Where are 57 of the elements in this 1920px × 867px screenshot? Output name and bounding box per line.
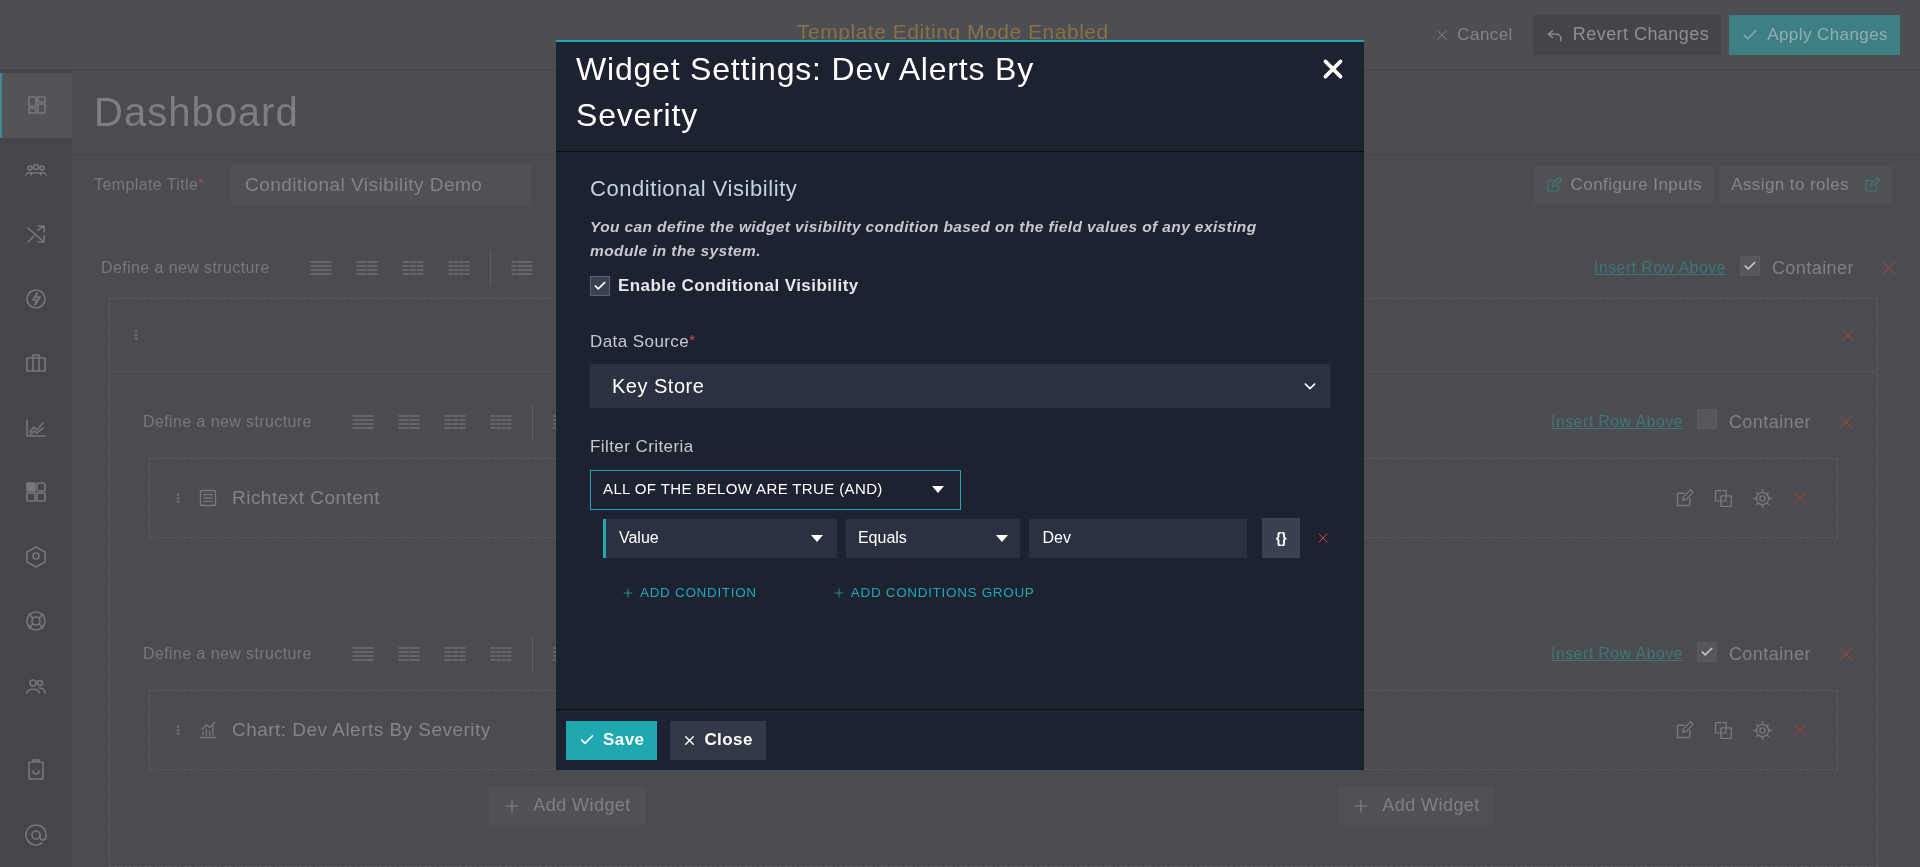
logic-dropdown[interactable]: ALL OF THE BELOW ARE TRUE (AND) xyxy=(590,469,961,510)
close-icon xyxy=(1791,489,1809,507)
close-icon xyxy=(1435,27,1450,42)
squares-icon xyxy=(24,480,48,505)
lightning-icon xyxy=(24,286,48,311)
expression-button[interactable]: {} xyxy=(1262,518,1300,558)
value-field[interactable]: Dev xyxy=(1029,518,1248,558)
close-button[interactable]: Close xyxy=(670,720,766,760)
caret-icon xyxy=(932,486,944,493)
required-mark: * xyxy=(198,174,204,193)
copy-icon xyxy=(1713,719,1734,741)
close-icon xyxy=(1839,326,1857,344)
plus-icon xyxy=(622,586,634,599)
settings-icon xyxy=(1752,719,1773,741)
caret-icon xyxy=(810,534,823,542)
add-link[interactable]: ADD CONDITIONS GROUP xyxy=(832,582,1035,603)
check-icon xyxy=(1699,645,1714,659)
description-text: You can define the widget visibility condition based on the field values of any existing module in the system. xyxy=(590,217,1258,261)
apply-button[interactable]: Apply Changes xyxy=(1729,14,1900,55)
caret-icon xyxy=(996,534,1009,542)
edit-icon xyxy=(1674,487,1695,509)
section-title: Conditional Visibility xyxy=(590,175,799,203)
field-label: Data Source xyxy=(590,330,690,353)
close-icon xyxy=(1837,645,1855,663)
field-label: Filter Criteria xyxy=(590,436,695,458)
edit-icon xyxy=(1863,176,1881,194)
check-icon xyxy=(1742,259,1757,273)
lifebuoy-icon xyxy=(24,609,48,634)
copy-icon xyxy=(1713,487,1734,509)
widget-title: Richtext Content xyxy=(232,485,381,510)
widget-title: Chart: Dev Alerts By Severity xyxy=(232,717,491,742)
close-icon xyxy=(683,733,697,747)
operator-select[interactable]: Equals xyxy=(845,518,1021,558)
required-mark: * xyxy=(689,329,695,350)
checkbox[interactable] xyxy=(1696,642,1717,662)
field-select[interactable]: Value xyxy=(605,518,837,558)
revert-button[interactable]: Revert Changes xyxy=(1532,14,1722,55)
plus-icon xyxy=(832,586,845,599)
add-link[interactable]: ADD CONDITION xyxy=(622,582,757,603)
checkbox[interactable] xyxy=(590,275,610,296)
bar-chart-icon xyxy=(198,720,218,740)
document-icon xyxy=(198,488,218,508)
remove-icon xyxy=(1316,531,1330,545)
settings-icon xyxy=(1752,487,1773,509)
mode-title: Template Editing Mode Enabled xyxy=(797,19,1109,45)
save-button[interactable]: Save xyxy=(566,720,658,760)
data-source-select[interactable]: Key Store xyxy=(590,364,1330,408)
checkbox-label: Enable Conditional Visibility xyxy=(618,275,859,297)
close-icon xyxy=(1880,259,1898,277)
edit-icon xyxy=(1674,719,1695,741)
at-sign-icon xyxy=(24,822,48,847)
dialog-title: Widget Settings: Dev Alerts By Severity xyxy=(576,50,1035,135)
edit-icon xyxy=(1544,176,1563,194)
checkbox[interactable] xyxy=(1739,256,1760,276)
close-icon xyxy=(1791,721,1809,739)
sidebar-item[interactable] xyxy=(0,73,72,138)
close-icon xyxy=(1837,413,1855,431)
